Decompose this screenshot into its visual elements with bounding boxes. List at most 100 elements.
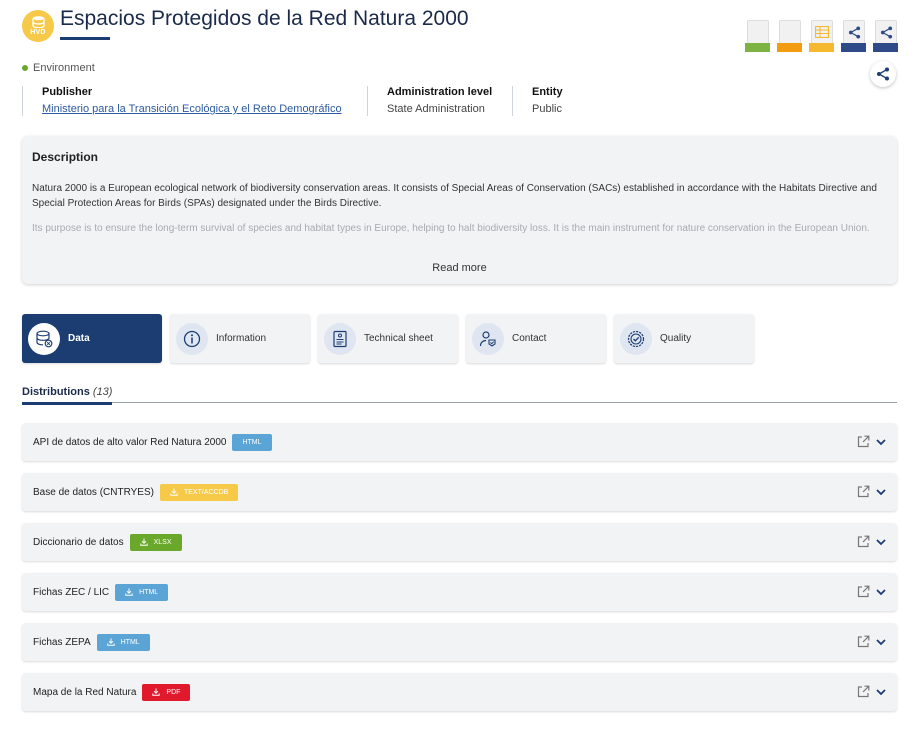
read-more-button[interactable]: Read more <box>22 262 897 274</box>
category-dot <box>22 65 28 71</box>
info-icon <box>176 322 208 355</box>
hvd-badge: HVD <box>22 10 54 42</box>
tab-label: Information <box>216 333 267 344</box>
database-icon <box>31 16 45 28</box>
tab-quality[interactable]: Quality <box>614 314 754 363</box>
distributions-list: API de datos de alto valor Red Natura 20… <box>22 423 897 723</box>
admin-level-label: Administration level <box>387 86 493 98</box>
external-link-icon[interactable] <box>857 535 870 548</box>
entity-label: Entity <box>532 86 563 98</box>
row-actions <box>857 635 887 648</box>
distribution-row[interactable]: Fichas ZEPA HTML <box>22 623 897 661</box>
tab-technical-sheet[interactable]: Technical sheet <box>318 314 458 363</box>
share-icon <box>877 67 889 81</box>
tab-label: Contact <box>512 333 547 344</box>
chevron-down-icon[interactable] <box>875 486 887 498</box>
row-actions <box>857 535 887 548</box>
admin-level-block: Administration level State Administratio… <box>367 86 512 116</box>
section-tabs: Data Information Technical sheet Contact Qua… <box>22 314 754 363</box>
tab-label: Data <box>68 333 90 344</box>
format-csv-button[interactable] <box>809 20 834 52</box>
row-actions <box>857 585 887 598</box>
distribution-row[interactable]: Mapa de la Red Natura PDF <box>22 673 897 711</box>
chevron-down-icon[interactable] <box>875 586 887 598</box>
quality-seal-icon <box>620 322 652 355</box>
distribution-format-label: XLSX <box>153 538 172 546</box>
publisher-block: Publisher Ministerio para la Transición … <box>22 86 367 116</box>
share-button[interactable] <box>870 61 896 87</box>
category-tag: Environment <box>22 62 95 74</box>
distribution-format-label: HTML <box>139 588 159 596</box>
row-actions <box>857 685 887 698</box>
description-card: Description Natura 2000 is a European ec… <box>22 136 897 284</box>
distributions-count: (13) <box>92 386 113 398</box>
distribution-format-badge[interactable]: HTML <box>96 633 150 651</box>
distribution-format-badge[interactable]: TEXT/ACCDB <box>159 483 239 501</box>
distribution-row[interactable]: API de datos de alto valor Red Natura 20… <box>22 423 897 461</box>
external-link-icon[interactable] <box>857 635 870 648</box>
distributions-header: Distributions (13) <box>22 382 897 405</box>
tab-information[interactable]: Information <box>170 314 310 363</box>
external-link-icon[interactable] <box>857 435 870 448</box>
format-ttl-button[interactable] <box>841 20 866 52</box>
file-icon <box>875 20 897 44</box>
format-label <box>841 43 866 52</box>
external-link-icon[interactable] <box>857 685 870 698</box>
distribution-format-label: PDF <box>166 688 181 696</box>
distribution-format-label: TEXT/ACCDB <box>183 488 229 496</box>
distributions-title-text: Distributions <box>22 386 90 398</box>
graph-icon <box>880 25 892 39</box>
table-icon <box>815 26 829 38</box>
graph-icon <box>848 25 860 39</box>
distribution-name: Fichas ZEC / LIC <box>33 586 110 598</box>
download-formats <box>745 20 898 52</box>
format-xml-button[interactable] <box>745 20 770 52</box>
download-icon <box>152 688 161 696</box>
row-actions <box>857 435 887 448</box>
document-icon <box>324 322 356 355</box>
distribution-name: Fichas ZEPA <box>33 636 91 648</box>
format-label <box>809 43 834 52</box>
distribution-row[interactable]: Fichas ZEC / LIC HTML <box>22 573 897 611</box>
chevron-down-icon[interactable] <box>875 436 887 448</box>
row-actions <box>857 485 887 498</box>
file-icon <box>843 20 865 44</box>
external-link-icon[interactable] <box>857 585 870 598</box>
admin-level-value: State Administration <box>387 103 485 115</box>
download-icon <box>106 638 115 646</box>
distribution-format-badge[interactable]: HTML <box>115 583 169 601</box>
title-underline <box>60 37 110 40</box>
chevron-down-icon[interactable] <box>875 636 887 648</box>
distribution-name: Diccionario de datos <box>33 536 124 548</box>
hvd-label: HVD <box>30 29 46 36</box>
distribution-row[interactable]: Diccionario de datos XLSX <box>22 523 897 561</box>
distribution-format-badge[interactable]: HTML <box>232 433 272 451</box>
distribution-row[interactable]: Base de datos (CNTRYES) TEXT/ACCDB <box>22 473 897 511</box>
format-json-button[interactable] <box>777 20 802 52</box>
format-label <box>873 43 898 52</box>
distributions-title: Distributions (13) <box>22 386 113 405</box>
entity-value: Public <box>532 103 562 115</box>
metadata-row: Publisher Ministerio para la Transición … <box>22 86 632 116</box>
distribution-format-label: HTML <box>120 638 140 646</box>
description-title: Description <box>32 150 99 164</box>
entity-block: Entity Public <box>512 86 632 116</box>
format-label <box>745 43 770 52</box>
chevron-down-icon[interactable] <box>875 686 887 698</box>
file-icon <box>811 20 833 44</box>
publisher-label: Publisher <box>42 86 93 98</box>
format-label <box>777 43 802 52</box>
chevron-down-icon[interactable] <box>875 536 887 548</box>
distribution-format-badge[interactable]: XLSX <box>129 533 182 551</box>
distribution-format-badge[interactable]: PDF <box>142 683 191 701</box>
publisher-link[interactable]: Ministerio para la Transición Ecológica … <box>42 103 367 115</box>
distribution-name: Base de datos (CNTRYES) <box>33 486 154 498</box>
tab-data[interactable]: Data <box>22 314 162 363</box>
tab-label: Technical sheet <box>364 333 433 344</box>
file-icon <box>779 20 801 44</box>
format-rdf-button[interactable] <box>873 20 898 52</box>
tab-contact[interactable]: Contact <box>466 314 606 363</box>
distribution-format-label: HTML <box>242 438 262 446</box>
external-link-icon[interactable] <box>857 485 870 498</box>
page-title: Espacios Protegidos de la Red Natura 200… <box>60 7 469 30</box>
